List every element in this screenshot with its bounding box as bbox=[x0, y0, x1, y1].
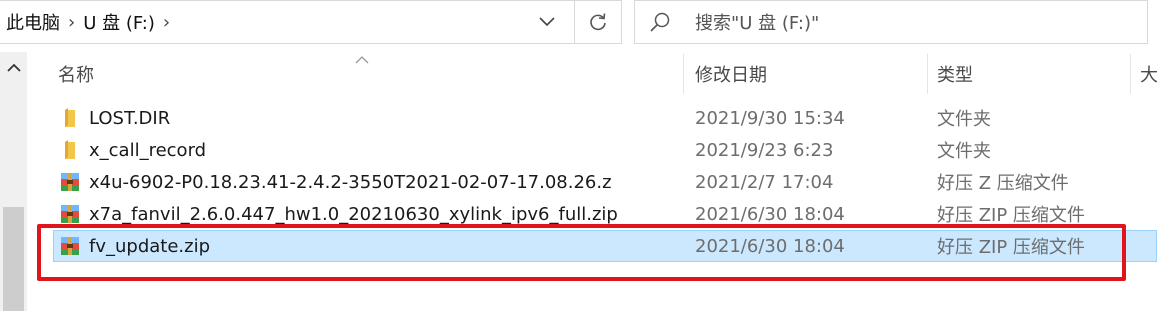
archive-icon bbox=[61, 205, 79, 223]
column-header-size[interactable]: 大 bbox=[1140, 52, 1157, 96]
column-divider[interactable] bbox=[1130, 54, 1131, 94]
file-name: LOST.DIR bbox=[89, 107, 171, 129]
file-type: 文件夹 bbox=[937, 141, 991, 162]
search-placeholder: 搜索"U 盘 (F:)" bbox=[695, 13, 820, 34]
refresh-icon bbox=[590, 13, 606, 31]
scrollbar-thumb[interactable] bbox=[3, 207, 24, 311]
annotation-highlight-box bbox=[37, 224, 1126, 281]
file-name: x_call_record bbox=[89, 139, 207, 161]
chevron-up-icon bbox=[6, 63, 21, 72]
file-date: 2021/9/30 15:34 bbox=[695, 107, 845, 129]
breadcrumb-separator-end[interactable]: › bbox=[163, 12, 170, 33]
breadcrumb-separator[interactable]: › bbox=[68, 12, 75, 33]
column-header-date[interactable]: 修改日期 bbox=[695, 52, 767, 96]
refresh-button[interactable] bbox=[574, 1, 621, 43]
sort-ascending-icon bbox=[355, 52, 369, 68]
folder-icon bbox=[65, 108, 75, 127]
address-history-button[interactable] bbox=[523, 1, 571, 43]
archive-icon bbox=[61, 173, 79, 191]
column-divider[interactable] bbox=[683, 54, 684, 94]
column-header-name[interactable]: 名称 bbox=[58, 52, 94, 96]
search-icon bbox=[649, 11, 689, 33]
file-type: 好压 Z 压缩文件 bbox=[937, 173, 1069, 194]
column-header-type[interactable]: 类型 bbox=[937, 52, 973, 96]
vertical-scrollbar[interactable] bbox=[0, 52, 27, 311]
file-row[interactable]: x_call_record 2021/9/23 6:23 文件夹 bbox=[53, 134, 1157, 166]
column-header-row: 名称 修改日期 类型 大 bbox=[27, 52, 1157, 96]
file-row[interactable]: x4u-6902-P0.18.23.41-2.4.2-3550T2021-02-… bbox=[53, 166, 1157, 198]
address-bar[interactable]: 此电脑 › U 盘 (F:) › bbox=[0, 0, 622, 44]
search-input[interactable]: 搜索"U 盘 (F:)" bbox=[634, 0, 1148, 44]
column-divider[interactable] bbox=[927, 54, 928, 94]
folder-icon bbox=[65, 140, 75, 159]
breadcrumb-this-pc[interactable]: 此电脑 bbox=[0, 9, 60, 35]
file-type: 文件夹 bbox=[937, 109, 991, 130]
breadcrumb-drive[interactable]: U 盘 (F:) bbox=[83, 9, 155, 35]
file-row[interactable]: LOST.DIR 2021/9/30 15:34 文件夹 bbox=[53, 102, 1157, 134]
file-name: x4u-6902-P0.18.23.41-2.4.2-3550T2021-02-… bbox=[89, 171, 612, 193]
scroll-up-button[interactable] bbox=[0, 52, 27, 82]
chevron-down-icon bbox=[539, 17, 555, 27]
file-date: 2021/2/7 17:04 bbox=[695, 171, 834, 193]
file-date: 2021/9/23 6:23 bbox=[695, 139, 834, 161]
